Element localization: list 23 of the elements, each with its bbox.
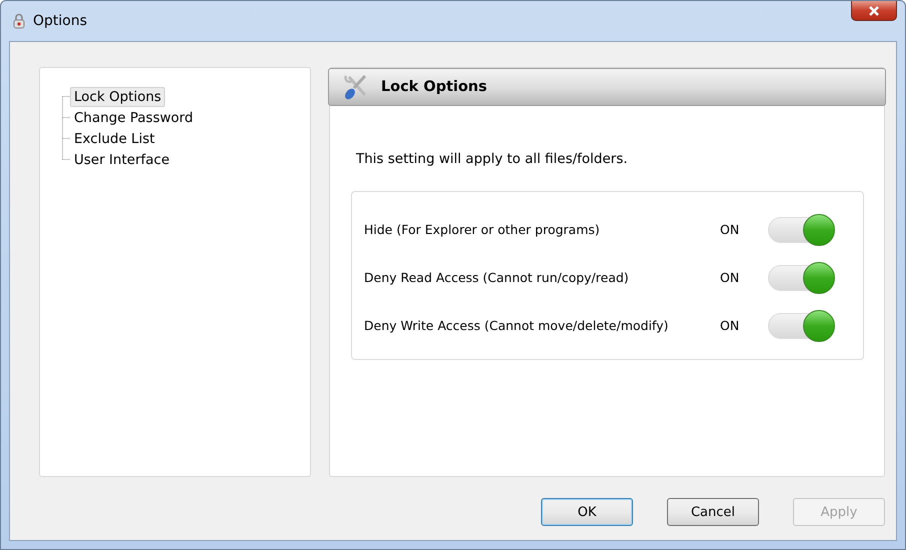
description-text: This setting will apply to all files/folders. bbox=[356, 151, 629, 167]
toggle-switch[interactable] bbox=[768, 264, 834, 290]
toggle-switch[interactable] bbox=[768, 312, 834, 338]
close-icon bbox=[868, 6, 880, 16]
tools-icon bbox=[343, 73, 369, 101]
panel-title: Lock Options bbox=[381, 79, 488, 95]
tree-item[interactable]: Lock Options bbox=[70, 86, 166, 106]
setting-label: Deny Write Access (Cannot move/delete/modify) bbox=[364, 318, 670, 333]
setting-label: Hide (For Explorer or other programs) bbox=[364, 222, 601, 237]
state-text: ON bbox=[720, 222, 740, 237]
toggle-switch[interactable] bbox=[768, 216, 834, 242]
close-button[interactable] bbox=[851, 1, 897, 21]
setting-label: Deny Read Access (Cannot run/copy/read) bbox=[364, 270, 630, 285]
dialog-button[interactable]: OK bbox=[541, 498, 633, 526]
window-title: Options bbox=[33, 13, 88, 29]
state-text: ON bbox=[720, 270, 740, 285]
lock-icon bbox=[13, 13, 25, 29]
tree-lines bbox=[61, 96, 70, 160]
tree-item[interactable]: User Interface bbox=[70, 150, 174, 170]
tree-item[interactable]: Change Password bbox=[70, 108, 198, 128]
dialog-button[interactable]: Cancel bbox=[667, 498, 759, 526]
state-text: ON bbox=[720, 318, 740, 333]
tree-item[interactable]: Exclude List bbox=[70, 128, 159, 148]
